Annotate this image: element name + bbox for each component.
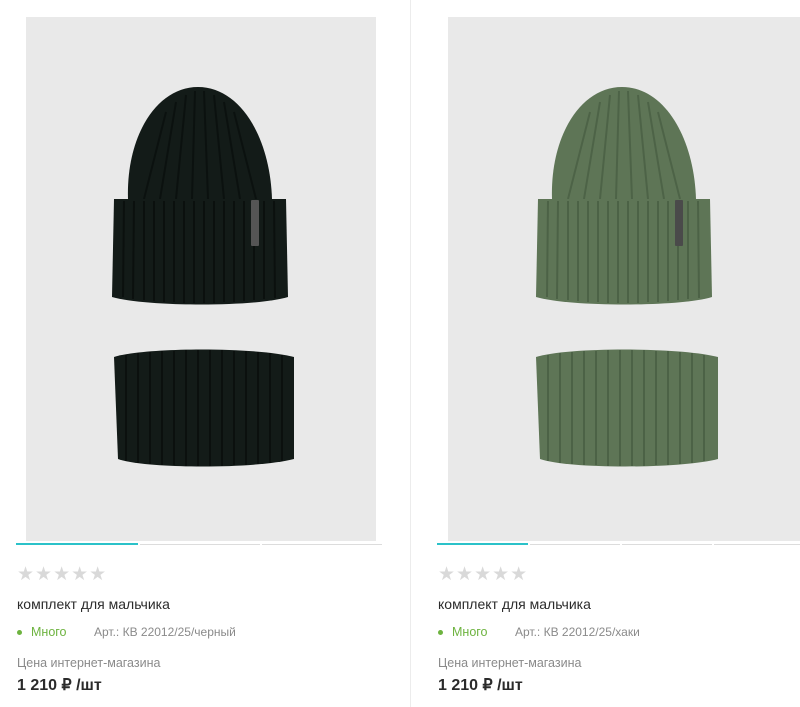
stock-status: Много [438, 623, 488, 641]
article-number: Арт.: КВ 22012/25/черный [94, 625, 236, 639]
slider-segment[interactable] [530, 544, 620, 545]
slider-segment[interactable] [437, 543, 528, 545]
price: 1 210 ₽ /шт [438, 677, 523, 694]
stock-status: Много [17, 623, 67, 641]
product-card[interactable]: ★★★★★ комплект для мальчика Много Арт.: … [429, 0, 800, 707]
hat-and-snood-illustration [112, 87, 294, 467]
product-card[interactable]: ★★★★★ комплект для мальчика Много Арт.: … [8, 0, 392, 707]
product-title[interactable]: комплект для мальчика [438, 595, 591, 613]
product-image[interactable] [448, 17, 800, 541]
hat-and-snood-illustration [536, 87, 718, 467]
stock-dot-icon [17, 629, 22, 635]
card-divider [410, 0, 411, 707]
product-image[interactable] [26, 17, 376, 541]
slider-segment[interactable] [16, 543, 138, 545]
stock-label: Много [31, 625, 67, 639]
price-label: Цена интернет-магазина [438, 656, 582, 670]
slider-segment[interactable] [622, 544, 712, 545]
image-slider-indicator[interactable] [16, 543, 382, 546]
article-number: Арт.: КВ 22012/25/хаки [515, 625, 640, 639]
rating-stars[interactable]: ★★★★★ [17, 564, 107, 584]
product-title[interactable]: комплект для мальчика [17, 595, 170, 613]
price: 1 210 ₽ /шт [17, 677, 102, 694]
slider-segment[interactable] [714, 544, 800, 545]
slider-segment[interactable] [262, 544, 382, 545]
rating-stars[interactable]: ★★★★★ [438, 564, 528, 584]
slider-segment[interactable] [140, 544, 260, 545]
price-label: Цена интернет-магазина [17, 656, 161, 670]
stock-label: Много [452, 625, 488, 639]
image-slider-indicator[interactable] [437, 543, 800, 546]
stock-dot-icon [438, 629, 443, 635]
